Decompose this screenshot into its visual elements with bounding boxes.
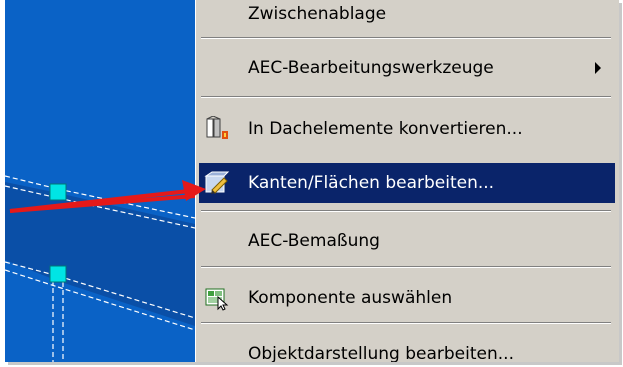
red-arrow-icon [9,180,206,213]
screenshot-frame: Zwischenablage AEC-Bearbeitungswerkzeuge… [5,0,619,362]
submenu-arrow-icon [595,62,601,74]
menu-item-aec-dimension[interactable]: AEC-Bemaßung [199,221,615,261]
menu-separator [201,96,611,98]
menu-item-label: AEC-Bearbeitungswerkzeuge [248,58,494,78]
menu-item-label: AEC-Bemaßung [248,231,380,251]
menu-item-label: Zwischenablage [248,4,387,24]
context-menu: Zwischenablage AEC-Bearbeitungswerkzeuge… [195,0,619,362]
menu-item-edit-object-display[interactable]: Objektdarstellung bearbeiten... [199,334,615,362]
menu-item-aec-edit-tools[interactable]: AEC-Bearbeitungswerkzeuge [199,48,615,88]
menu-item-convert-to-roof[interactable]: In Dachelemente konvertieren... [199,109,615,149]
menu-separator [201,210,611,212]
menu-item-label: Kanten/Flächen bearbeiten... [248,173,495,193]
menu-item-label: Komponente auswählen [248,288,453,308]
menu-item-clipboard[interactable]: Zwischenablage [199,0,615,32]
menu-item-edit-edges-faces[interactable]: Kanten/Flächen bearbeiten... [199,163,615,203]
menu-separator [201,266,611,268]
menu-separator [201,37,611,39]
menu-item-label: Objektdarstellung bearbeiten... [248,344,514,362]
menu-item-select-component[interactable]: Komponente auswählen [199,278,615,318]
menu-item-label: In Dachelemente konvertieren... [248,119,523,139]
menu-separator [201,322,611,324]
